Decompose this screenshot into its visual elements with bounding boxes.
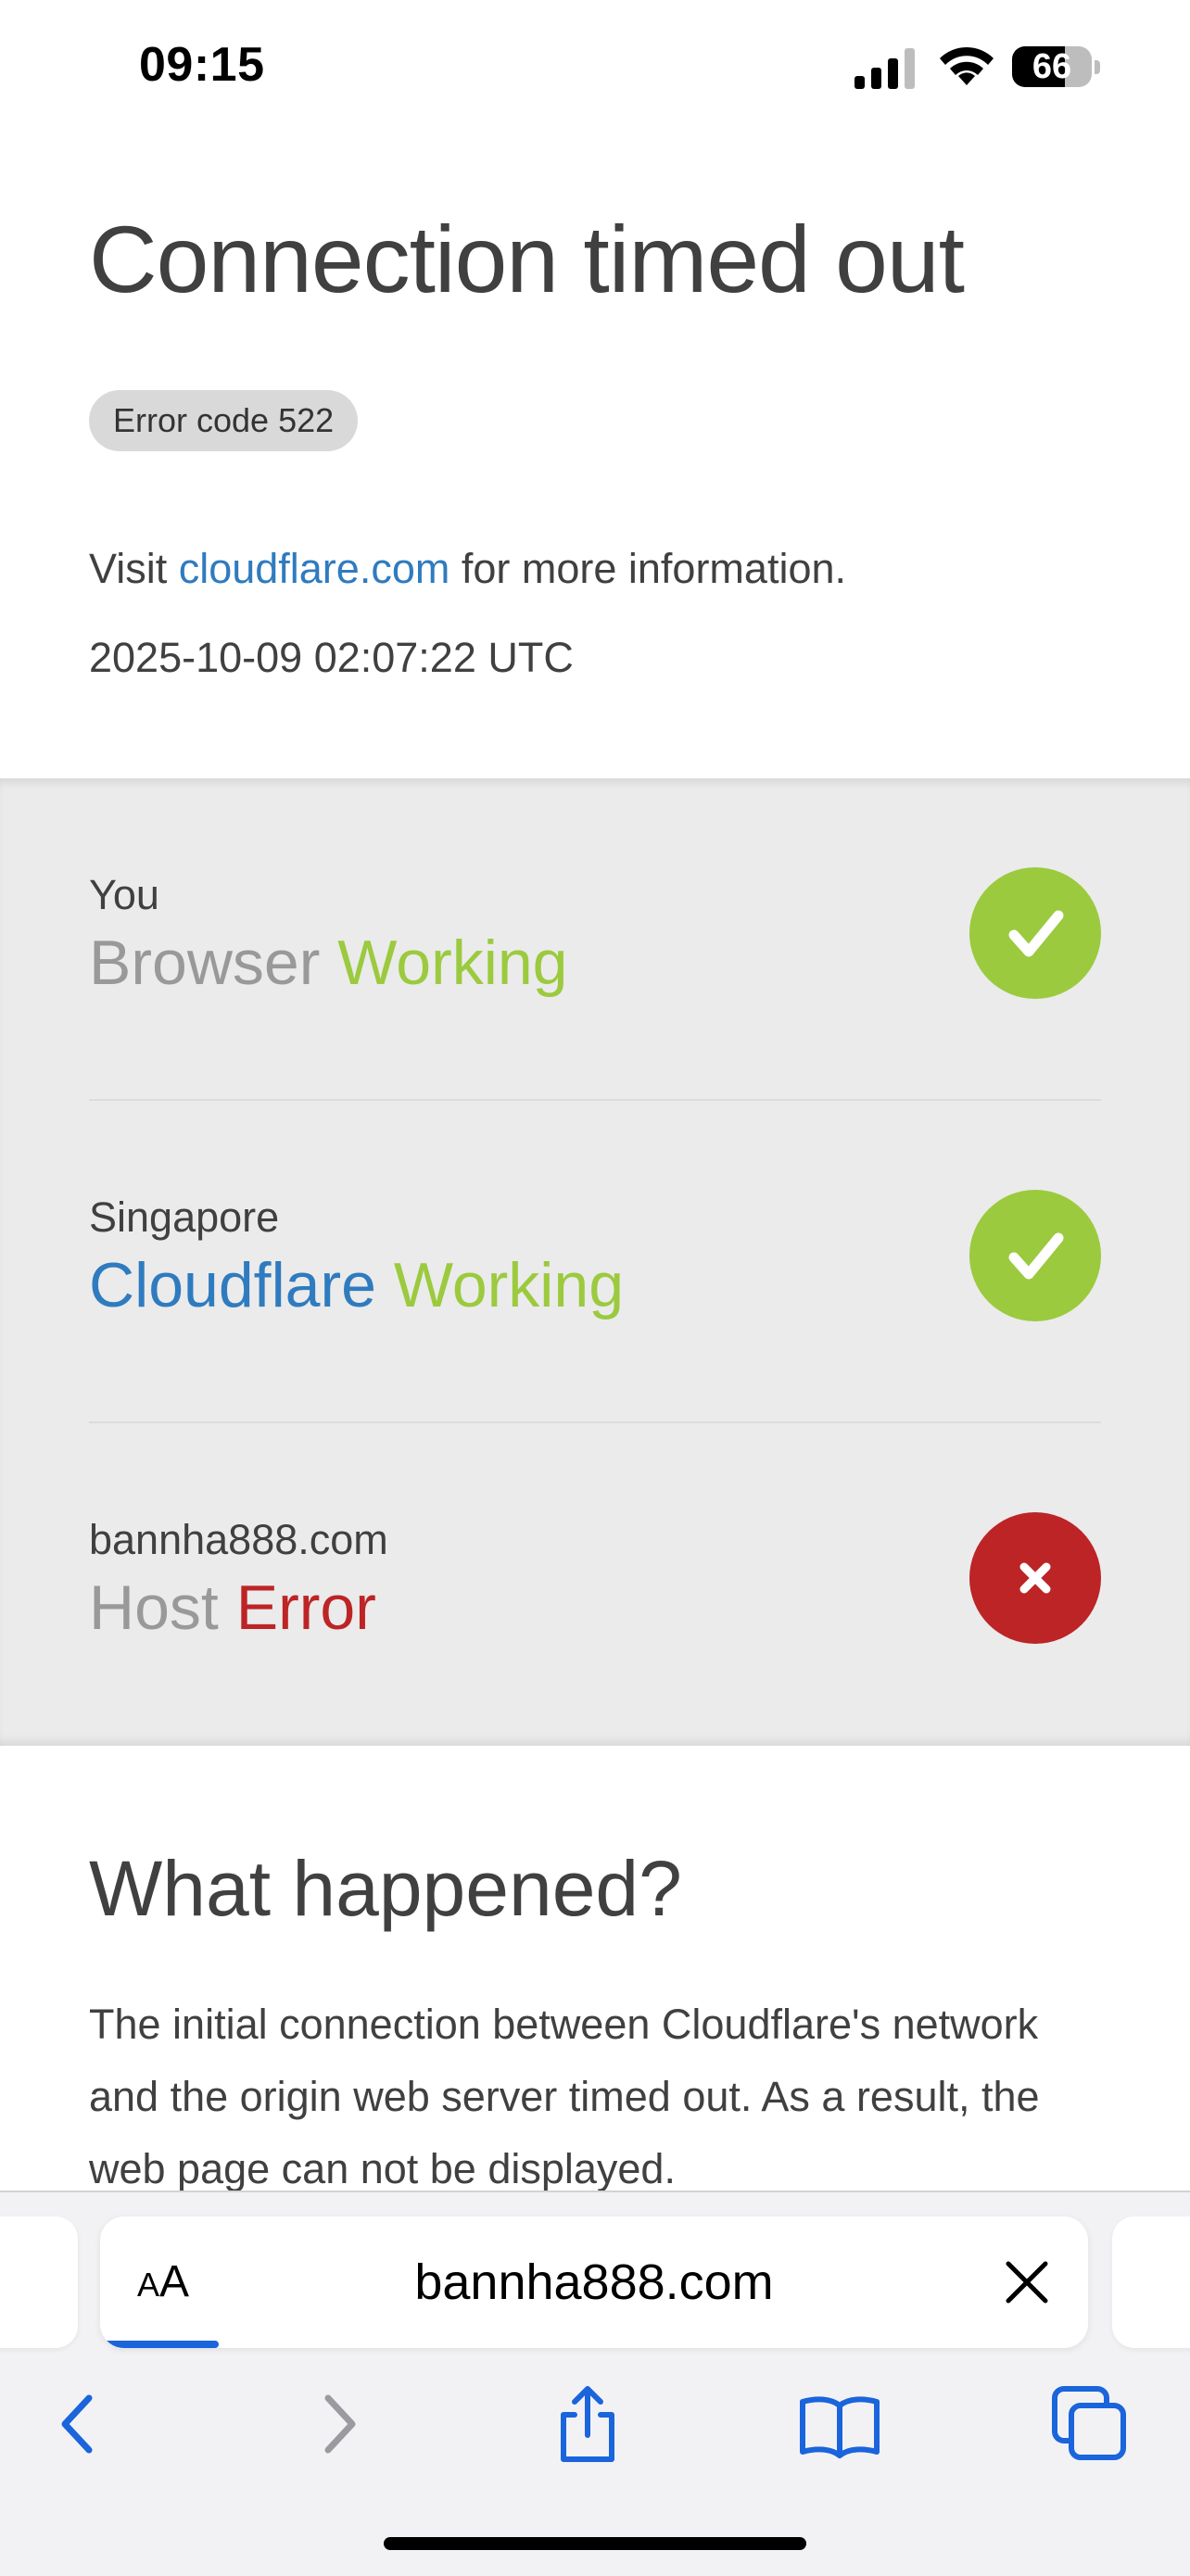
battery-indicator: 66 <box>1012 46 1100 87</box>
error-code-badge: Error code 522 <box>89 390 359 451</box>
page-load-progress <box>100 2341 219 2348</box>
next-tab-peek[interactable] <box>1112 2216 1190 2348</box>
row-name: Browser <box>89 928 321 998</box>
visit-suffix: for more information. <box>449 545 846 592</box>
what-happened-text: The initial connection between Cloudflar… <box>89 2001 1040 2192</box>
row-name: Cloudflare <box>89 1250 376 1320</box>
page-title: Connection timed out <box>89 207 965 312</box>
row-location: bannha888.com <box>89 1516 388 1563</box>
status-time: 09:15 <box>139 38 265 92</box>
row-status: Working <box>393 1250 625 1320</box>
safari-bottom-bar: bannha888.com AA <box>0 2191 1190 2576</box>
wifi-icon <box>936 44 997 94</box>
home-indicator <box>384 2537 806 2550</box>
close-icon[interactable] <box>1001 2256 1053 2308</box>
cellular-signal-icon <box>855 48 918 94</box>
x-mark-icon <box>969 1512 1101 1644</box>
aa-small-label: A <box>137 2266 160 2304</box>
tabs-icon[interactable] <box>1044 2378 1136 2470</box>
book-icon[interactable] <box>793 2378 886 2470</box>
status-row-cloudflare: Singapore Cloudflare Working <box>89 1101 1101 1423</box>
error-timestamp: 2025-10-09 02:07:22 UTC <box>89 634 574 681</box>
chevron-right-icon[interactable] <box>291 2378 384 2470</box>
status-panel: You Browser Working Singapore Cloudflare… <box>0 778 1190 1746</box>
url-text[interactable]: bannha888.com <box>100 2216 1088 2348</box>
checkmark-icon <box>969 867 1101 999</box>
status-row-host: bannha888.com Host Error <box>89 1423 1101 1746</box>
battery-level: 66 <box>1032 47 1072 86</box>
row-name: Host <box>89 1572 219 1643</box>
previous-tab-peek[interactable] <box>0 2216 78 2348</box>
aa-large-label: A <box>159 2257 190 2306</box>
chevron-left-icon[interactable] <box>33 2378 126 2470</box>
row-status: Error <box>235 1572 376 1643</box>
share-icon[interactable] <box>541 2378 634 2470</box>
address-bar[interactable]: bannha888.com AA <box>100 2216 1088 2348</box>
cloudflare-link[interactable]: cloudflare.com <box>179 545 450 592</box>
status-row-browser: You Browser Working <box>89 778 1101 1101</box>
checkmark-icon <box>969 1190 1101 1321</box>
status-bar: 09:15 66 <box>0 0 1190 139</box>
row-status: Working <box>337 928 568 998</box>
page-settings-button[interactable]: AA <box>137 2216 189 2348</box>
row-location: Singapore <box>89 1193 280 1241</box>
visit-info: Visit cloudflare.com for more informatio… <box>89 545 846 593</box>
row-location: You <box>89 871 159 918</box>
what-happened-title: What happened? <box>89 1845 682 1932</box>
visit-prefix: Visit <box>89 545 179 592</box>
